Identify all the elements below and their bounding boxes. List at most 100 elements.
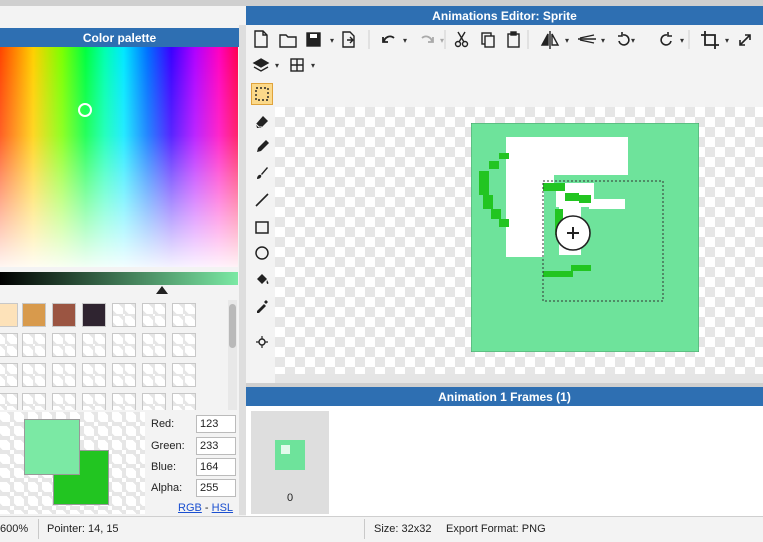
pencil-icon bbox=[257, 140, 269, 152]
paste-icon bbox=[507, 31, 520, 48]
window-title-bar: Animations Editor: Sprite bbox=[246, 6, 763, 25]
swatch-2[interactable] bbox=[22, 303, 46, 327]
swatch-empty[interactable] bbox=[172, 393, 196, 410]
swatch-3[interactable] bbox=[52, 303, 76, 327]
zoom-status: 600% bbox=[0, 523, 29, 535]
hsl-link[interactable]: HSL bbox=[212, 502, 233, 514]
redo-caret-icon: ▾ bbox=[440, 36, 444, 45]
swatch-grid bbox=[0, 300, 228, 410]
spectrum-picker-ring[interactable] bbox=[78, 103, 92, 117]
frames-title-bar: Animation 1 Frames (1) bbox=[246, 387, 763, 406]
ellipse-icon bbox=[255, 246, 269, 260]
swatch-empty[interactable] bbox=[0, 333, 18, 357]
panel-divider[interactable] bbox=[239, 25, 246, 515]
alpha-input[interactable]: 255 bbox=[196, 479, 236, 497]
swatch-empty[interactable] bbox=[22, 393, 46, 410]
save-caret-icon: ▾ bbox=[330, 36, 334, 45]
flip-caret-icon: ▾ bbox=[565, 36, 569, 45]
swatch-empty[interactable] bbox=[52, 363, 76, 387]
eyedropper-tool[interactable] bbox=[251, 295, 273, 317]
swatch-empty[interactable] bbox=[112, 363, 136, 387]
status-separator bbox=[364, 519, 365, 539]
eyedropper-icon bbox=[257, 300, 268, 313]
eraser-icon bbox=[255, 116, 268, 128]
blue-label: Blue: bbox=[151, 461, 177, 473]
green-input[interactable]: 233 bbox=[196, 437, 236, 455]
sprite-canvas[interactable] bbox=[471, 123, 699, 352]
cut-icon bbox=[454, 31, 469, 48]
swatch-empty[interactable] bbox=[22, 363, 46, 387]
frame-preview-mark bbox=[281, 445, 290, 454]
canvas-scroll-strip[interactable] bbox=[275, 374, 763, 383]
crop-caret-icon: ▾ bbox=[725, 36, 729, 45]
swatch-empty[interactable] bbox=[112, 303, 136, 327]
pan-cursor-icon bbox=[555, 215, 591, 251]
palette-title-bar: Color palette bbox=[0, 28, 239, 47]
swatch-empty[interactable] bbox=[0, 393, 18, 410]
swatch-empty[interactable] bbox=[82, 333, 106, 357]
rotate-left-icon bbox=[618, 32, 630, 46]
primary-color-box[interactable] bbox=[24, 419, 80, 475]
undo-caret-icon: ▾ bbox=[403, 36, 407, 45]
pencil-tool[interactable] bbox=[251, 136, 273, 158]
line-icon bbox=[255, 193, 269, 207]
brightness-slider-handle[interactable] bbox=[156, 286, 168, 294]
flip-vertical-icon bbox=[578, 34, 596, 44]
frames-title: Animation 1 Frames (1) bbox=[438, 389, 571, 404]
swatch-empty[interactable] bbox=[52, 393, 76, 410]
swatch-1[interactable] bbox=[0, 303, 18, 327]
line-tool[interactable] bbox=[251, 189, 273, 211]
swatch-empty[interactable] bbox=[22, 333, 46, 357]
frame-label: 0 bbox=[286, 492, 294, 504]
flip-v-caret-icon: ▾ bbox=[601, 36, 605, 45]
swatch-scrollbar[interactable] bbox=[228, 300, 237, 410]
eraser-tool[interactable] bbox=[251, 110, 273, 132]
frame-thumbnail[interactable]: 0 bbox=[251, 411, 329, 514]
export-format-status: Export Format: PNG bbox=[446, 523, 546, 535]
swatch-empty[interactable] bbox=[112, 393, 136, 410]
new-file-icon bbox=[254, 30, 268, 48]
swatch-empty[interactable] bbox=[82, 393, 106, 410]
swatch-4[interactable] bbox=[82, 303, 106, 327]
rotate-right-icon bbox=[660, 32, 672, 46]
fill-bucket-tool[interactable] bbox=[251, 268, 273, 290]
swatch-empty[interactable] bbox=[142, 363, 166, 387]
export-icon bbox=[342, 31, 355, 48]
rotate-caret-icon: ▾ bbox=[631, 36, 635, 45]
swatch-scrollbar-thumb[interactable] bbox=[229, 304, 236, 348]
brush-tool[interactable] bbox=[251, 162, 273, 184]
brightness-slider[interactable] bbox=[0, 272, 238, 285]
select-rect-tool[interactable] bbox=[251, 83, 273, 105]
swatch-empty[interactable] bbox=[172, 303, 196, 327]
frame-preview bbox=[275, 440, 305, 470]
swatch-empty[interactable] bbox=[142, 303, 166, 327]
save-icon bbox=[306, 32, 321, 47]
swatch-empty[interactable] bbox=[52, 333, 76, 357]
ellipse-tool[interactable] bbox=[251, 242, 273, 264]
undo-icon bbox=[382, 35, 395, 43]
grid-caret-icon: ▾ bbox=[311, 61, 315, 70]
swatch-empty[interactable] bbox=[0, 363, 18, 387]
redo-icon bbox=[421, 35, 434, 43]
pivot-tool[interactable] bbox=[251, 331, 273, 353]
swatch-empty[interactable] bbox=[112, 333, 136, 357]
blue-input[interactable]: 164 bbox=[196, 458, 236, 476]
rgb-link[interactable]: RGB bbox=[178, 502, 202, 514]
alpha-label: Alpha: bbox=[151, 482, 183, 494]
swatch-empty[interactable] bbox=[172, 363, 196, 387]
rectangle-tool[interactable] bbox=[251, 216, 273, 238]
swatch-empty[interactable] bbox=[82, 363, 106, 387]
swatch-empty[interactable] bbox=[142, 333, 166, 357]
layers-icon bbox=[252, 58, 270, 72]
pivot-icon bbox=[256, 336, 268, 348]
status-separator bbox=[38, 519, 39, 539]
swatch-empty[interactable] bbox=[142, 393, 166, 410]
window-title: Animations Editor: Sprite bbox=[432, 8, 577, 23]
green-label: Green: bbox=[151, 440, 185, 452]
grid-icon bbox=[290, 58, 304, 72]
red-label: Red: bbox=[151, 418, 175, 430]
swatch-empty[interactable] bbox=[172, 333, 196, 357]
color-spectrum[interactable] bbox=[0, 47, 238, 267]
red-input[interactable]: 123 bbox=[196, 415, 236, 433]
crop-icon bbox=[701, 31, 719, 49]
